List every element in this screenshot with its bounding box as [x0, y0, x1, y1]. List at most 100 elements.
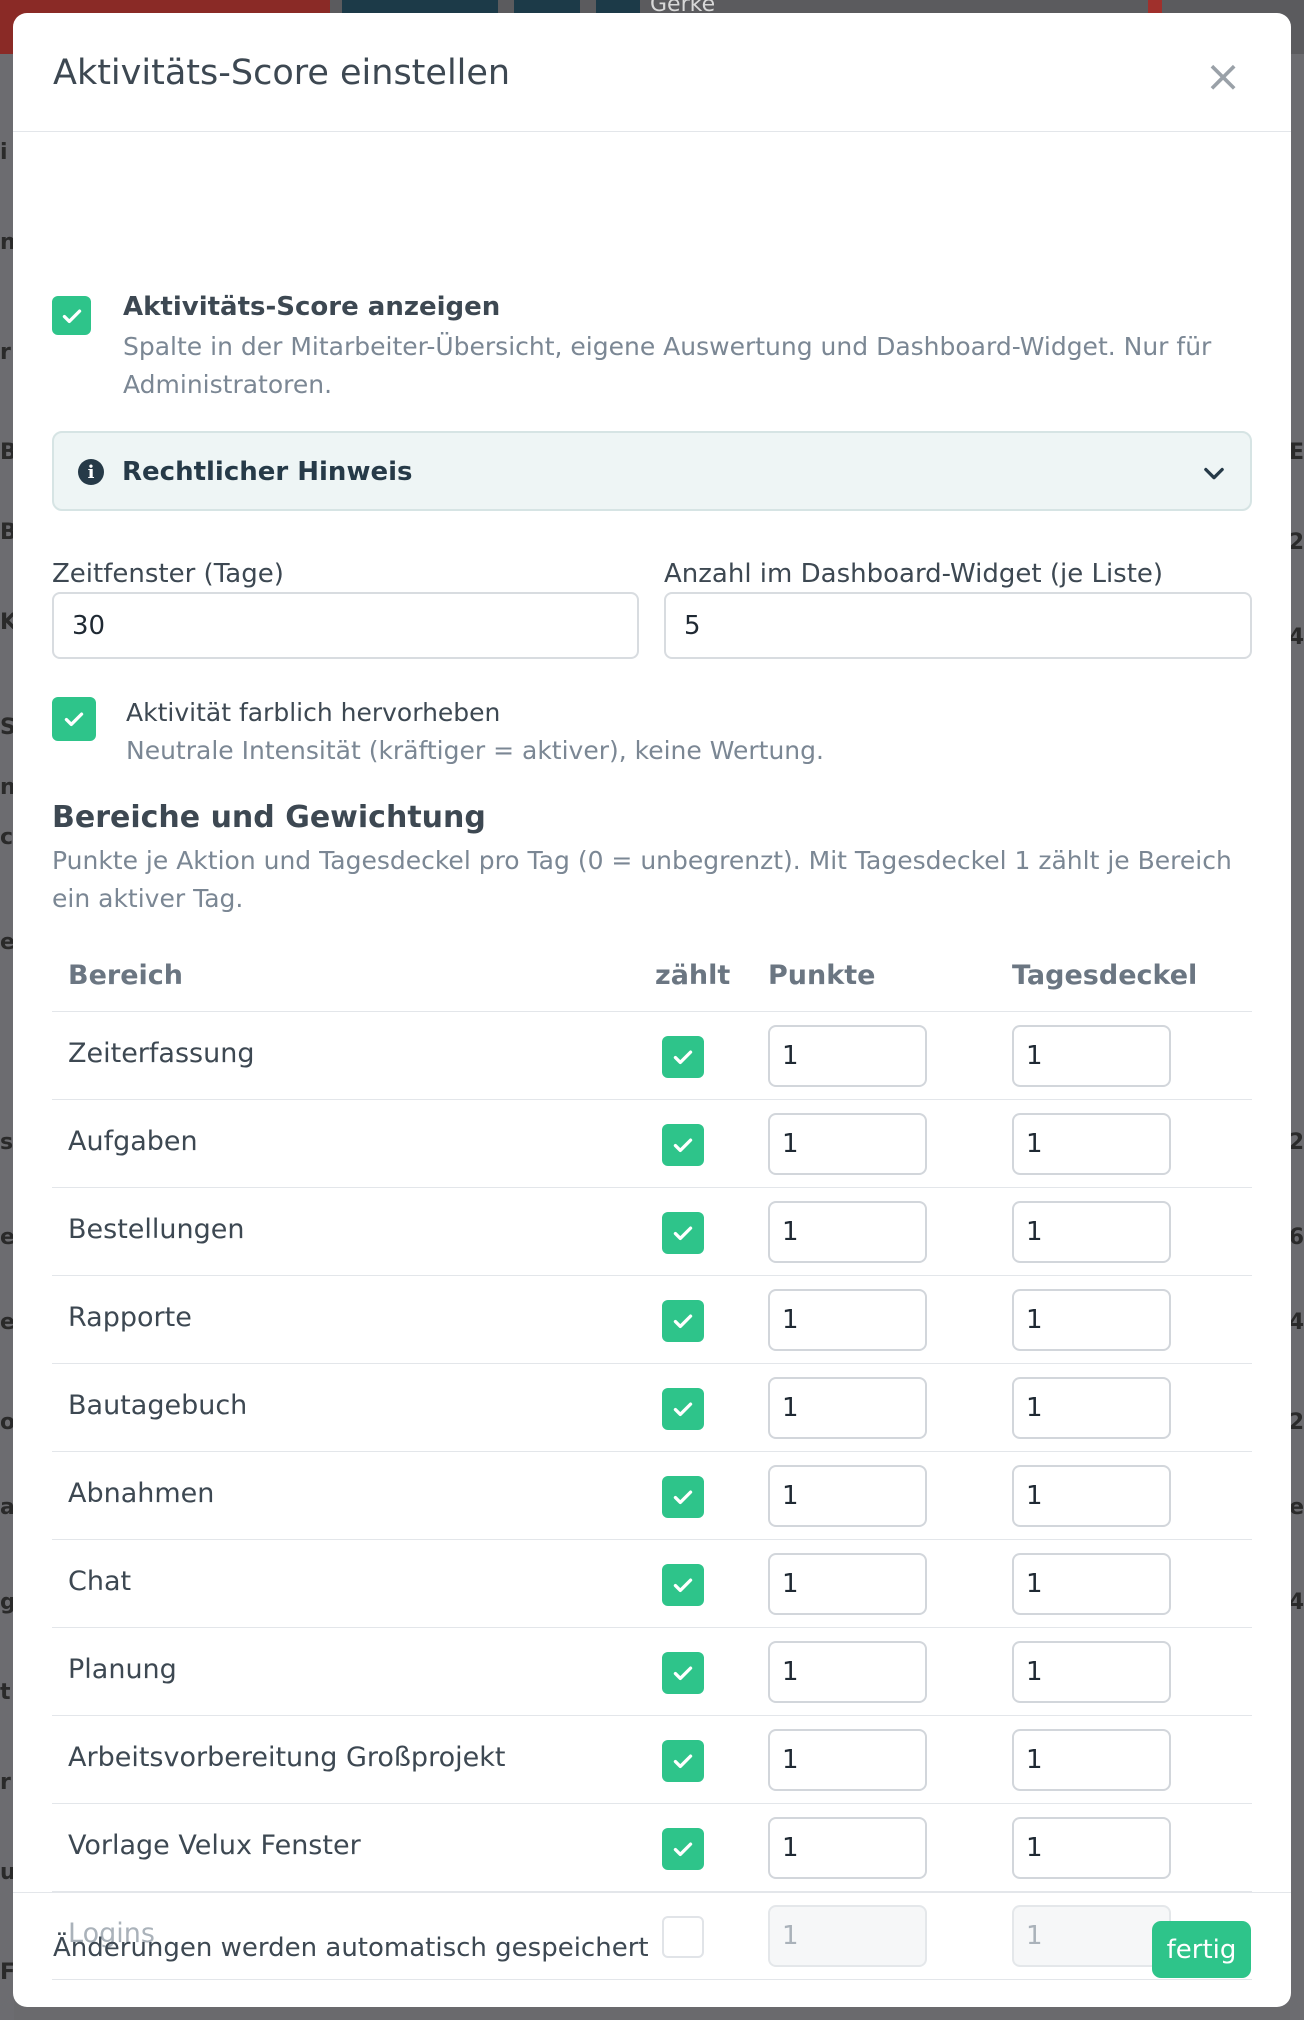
checkbox-checked[interactable]: [662, 1388, 704, 1430]
background-glyph: r: [0, 1770, 11, 1795]
areas-description: Punkte je Aktion und Tagesdeckel pro Tag…: [52, 846, 1232, 913]
background-glyph: i: [0, 140, 8, 165]
chevron-down-icon: [1204, 467, 1224, 480]
area-name: Abnahmen: [68, 1478, 215, 1509]
area-counts-checkbox[interactable]: [662, 1036, 704, 1078]
widget-count-input[interactable]: 5: [664, 592, 1252, 659]
area-name: Planung: [68, 1654, 177, 1685]
areas-title: Bereiche und Gewichtung: [52, 800, 486, 835]
areas-table: Bereich zählt Punkte Tagesdeckel Zeiterf…: [52, 932, 1252, 1980]
area-points-input[interactable]: 1: [768, 1377, 927, 1439]
background-glyph: t: [0, 1680, 11, 1705]
highlight-title: Aktivität farblich hervorheben: [126, 698, 501, 727]
checkbox-checked[interactable]: [662, 1828, 704, 1870]
area-counts-checkbox[interactable]: [662, 1124, 704, 1166]
column-header-points: Punkte: [768, 960, 876, 991]
checkbox-checked[interactable]: [662, 1476, 704, 1518]
area-points-input[interactable]: 1: [768, 1553, 927, 1615]
table-row: Bestellungen 1 1: [52, 1188, 1252, 1276]
area-cap-input[interactable]: 1: [1012, 1465, 1171, 1527]
time-window-label: Zeitfenster (Tage): [52, 559, 284, 589]
area-counts-checkbox[interactable]: [662, 1564, 704, 1606]
area-points-input[interactable]: 1: [768, 1025, 927, 1087]
table-row: Bautagebuch 1 1: [52, 1364, 1252, 1452]
info-icon: i: [78, 459, 104, 485]
area-points-input[interactable]: 1: [768, 1201, 927, 1263]
highlight-checkbox[interactable]: [52, 697, 96, 741]
modal-title: Aktivitäts-Score einstellen: [53, 53, 511, 93]
check-icon: [673, 1578, 693, 1593]
area-name: Chat: [68, 1566, 132, 1597]
area-cap-input[interactable]: 1: [1012, 1641, 1171, 1703]
widget-count-label: Anzahl im Dashboard-Widget (je Liste): [664, 559, 1164, 589]
check-icon: [673, 1754, 693, 1769]
area-cap-input[interactable]: 1: [1012, 1377, 1171, 1439]
checkbox-checked[interactable]: [662, 1124, 704, 1166]
done-button[interactable]: fertig: [1152, 1921, 1251, 1978]
area-points-input[interactable]: 1: [768, 1113, 927, 1175]
area-name: Aufgaben: [68, 1126, 198, 1157]
area-points-input[interactable]: 1: [768, 1641, 927, 1703]
area-points-input[interactable]: 1: [768, 1465, 927, 1527]
table-row: Arbeitsvorbereitung Großprojekt 1 1: [52, 1716, 1252, 1804]
checkbox-checked[interactable]: [52, 697, 96, 741]
show-score-checkbox[interactable]: [52, 296, 91, 335]
show-score-title: Aktivitäts-Score anzeigen: [123, 292, 501, 322]
area-name: Vorlage Velux Fenster: [68, 1830, 361, 1861]
background-glyph: r: [0, 340, 11, 365]
legal-notice-accordion[interactable]: i Rechtlicher Hinweis: [52, 431, 1252, 511]
table-row: Planung 1 1: [52, 1628, 1252, 1716]
checkbox-checked[interactable]: [52, 296, 91, 335]
area-name: Bestellungen: [68, 1214, 245, 1245]
close-icon: ×: [1204, 51, 1242, 102]
area-cap-input[interactable]: 1: [1012, 1113, 1171, 1175]
check-icon: [673, 1314, 693, 1329]
check-icon: [673, 1490, 693, 1505]
area-name: Bautagebuch: [68, 1390, 248, 1421]
check-icon: [673, 1402, 693, 1417]
checkbox-checked[interactable]: [662, 1564, 704, 1606]
background-glyph: e: [1289, 1495, 1304, 1520]
area-cap-input[interactable]: 1: [1012, 1817, 1171, 1879]
check-icon: [673, 1666, 693, 1681]
area-points-input[interactable]: 1: [768, 1729, 927, 1791]
checkbox-checked[interactable]: [662, 1212, 704, 1254]
close-button[interactable]: ×: [1203, 51, 1243, 102]
area-cap-input[interactable]: 1: [1012, 1201, 1171, 1263]
check-icon: [64, 712, 84, 727]
checkbox-checked[interactable]: [662, 1300, 704, 1342]
background-right-strip: [1290, 54, 1304, 2020]
table-row: Chat 1 1: [52, 1540, 1252, 1628]
area-cap-input[interactable]: 1: [1012, 1025, 1171, 1087]
area-name: Arbeitsvorbereitung Großprojekt: [68, 1742, 506, 1773]
area-counts-checkbox[interactable]: [662, 1740, 704, 1782]
area-counts-checkbox[interactable]: [662, 1300, 704, 1342]
area-counts-checkbox[interactable]: [662, 1828, 704, 1870]
table-row: Zeiterfassung 1 1: [52, 1012, 1252, 1100]
check-icon: [62, 309, 81, 323]
area-counts-checkbox[interactable]: [662, 1212, 704, 1254]
area-name: Rapporte: [68, 1302, 192, 1333]
show-score-description: Spalte in der Mitarbeiter-Übersicht, eig…: [123, 332, 1212, 399]
checkbox-checked[interactable]: [662, 1740, 704, 1782]
area-points-input[interactable]: 1: [768, 1817, 927, 1879]
area-cap-input[interactable]: 1: [1012, 1729, 1171, 1791]
check-icon: [673, 1842, 693, 1857]
area-counts-checkbox[interactable]: [662, 1652, 704, 1694]
check-icon: [673, 1050, 693, 1065]
area-cap-input[interactable]: 1: [1012, 1553, 1171, 1615]
area-cap-input[interactable]: 1: [1012, 1289, 1171, 1351]
column-header-counts: zählt: [655, 960, 731, 991]
area-counts-checkbox[interactable]: [662, 1476, 704, 1518]
checkbox-checked[interactable]: [662, 1036, 704, 1078]
time-window-input[interactable]: 30: [52, 592, 639, 659]
check-icon: [673, 1226, 693, 1241]
column-header-area: Bereich: [68, 960, 184, 991]
table-row: Aufgaben 1 1: [52, 1100, 1252, 1188]
area-points-input[interactable]: 1: [768, 1289, 927, 1351]
table-row: Rapporte 1 1: [52, 1276, 1252, 1364]
area-counts-checkbox[interactable]: [662, 1388, 704, 1430]
background-glyph: s: [0, 1130, 14, 1155]
area-name: Zeiterfassung: [68, 1038, 255, 1069]
checkbox-checked[interactable]: [662, 1652, 704, 1694]
